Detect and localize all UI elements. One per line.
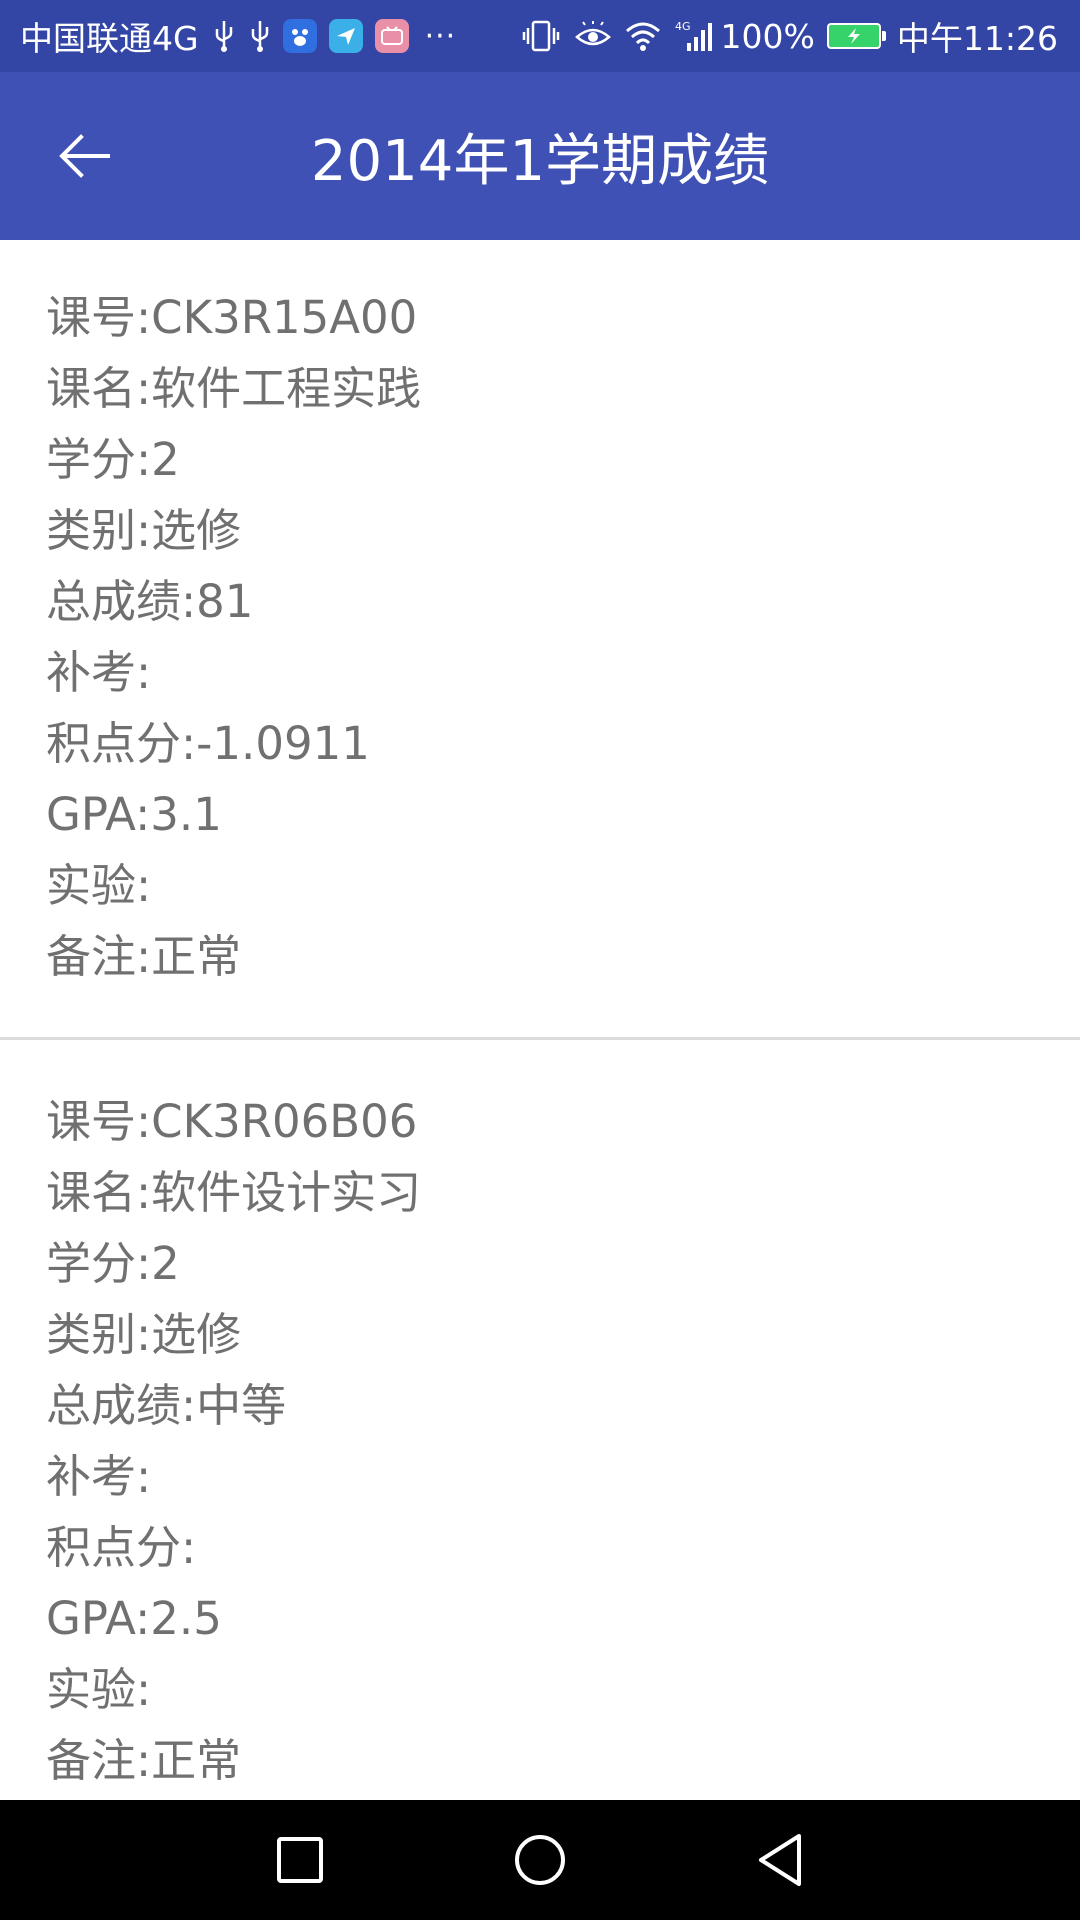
total-score: 总成绩:中等 <box>46 1379 287 1432</box>
status-left: 中国联通4G ··· <box>20 12 507 60</box>
usb-icon <box>249 19 271 53</box>
status-right: 4G 100% 中午11:26 <box>507 12 1058 60</box>
more-notifications-icon: ··· <box>424 18 457 54</box>
arrow-left-icon <box>59 134 110 178</box>
back-icon <box>759 1834 801 1886</box>
lab: 实验: <box>46 859 152 912</box>
status-bar: 中国联通4G ··· 4G 100% 中午11:26 <box>0 0 1080 72</box>
course-credits: 学分:2 <box>46 1237 180 1290</box>
app-bar: 2014年1学期成绩 <box>0 72 1080 240</box>
battery-charging-icon <box>826 23 886 49</box>
course-category: 类别:选修 <box>46 1308 242 1361</box>
map-app-icon <box>328 19 363 53</box>
signal-icon: 4G <box>675 19 715 53</box>
gpa: GPA:3.1 <box>46 788 222 841</box>
list-item[interactable]: 课号:CK3R15A00 课名:软件工程实践 学分:2 类别:选修 总成绩:81… <box>0 240 1080 1037</box>
grade-points: 积点分:-1.0911 <box>46 717 370 770</box>
course-category: 类别:选修 <box>46 504 242 557</box>
system-back-button[interactable] <box>720 1800 840 1920</box>
screen: 中国联通4G ··· 4G 100% 中午11:26 2014年1学期成绩 课号… <box>0 0 1080 1920</box>
recent-apps-icon <box>277 1837 323 1883</box>
battery-percent: 100% <box>720 16 815 56</box>
grade-list[interactable]: 课号:CK3R15A00 课名:软件工程实践 学分:2 类别:选修 总成绩:81… <box>0 240 1080 1800</box>
baidu-app-icon <box>282 19 317 53</box>
wifi-icon <box>625 21 661 51</box>
gpa: GPA:2.5 <box>46 1592 222 1645</box>
home-icon <box>515 1835 565 1885</box>
grade-points: 积点分: <box>46 1521 197 1574</box>
course-credits: 学分:2 <box>46 433 180 486</box>
list-item[interactable]: 课号:CK3R06B06 课名:软件设计实习 学分:2 类别:选修 总成绩:中等… <box>0 1040 1080 1796</box>
network-type-label: 4G <box>675 20 691 33</box>
usb-icon <box>213 19 235 53</box>
carrier-label: 中国联通4G <box>20 19 199 58</box>
lab: 实验: <box>46 1663 152 1716</box>
makeup-exam: 补考: <box>46 646 152 699</box>
course-id: 课号:CK3R06B06 <box>46 1095 418 1148</box>
eye-comfort-icon <box>574 21 611 51</box>
back-button[interactable] <box>36 108 132 204</box>
course-name: 课名:软件工程实践 <box>46 362 422 415</box>
course-name: 课名:软件设计实习 <box>46 1166 422 1219</box>
remark: 备注:正常 <box>46 930 242 983</box>
vibrate-icon <box>521 19 561 53</box>
remark: 备注:正常 <box>46 1734 242 1787</box>
clock: 中午11:26 <box>896 19 1058 58</box>
home-button[interactable] <box>480 1800 600 1920</box>
navigation-bar <box>0 1800 1080 1920</box>
course-id: 课号:CK3R15A00 <box>46 291 418 344</box>
bilibili-app-icon <box>374 19 409 53</box>
total-score: 总成绩:81 <box>46 575 254 628</box>
recent-apps-button[interactable] <box>240 1800 360 1920</box>
makeup-exam: 补考: <box>46 1450 152 1503</box>
page-title: 2014年1学期成绩 <box>310 128 770 194</box>
